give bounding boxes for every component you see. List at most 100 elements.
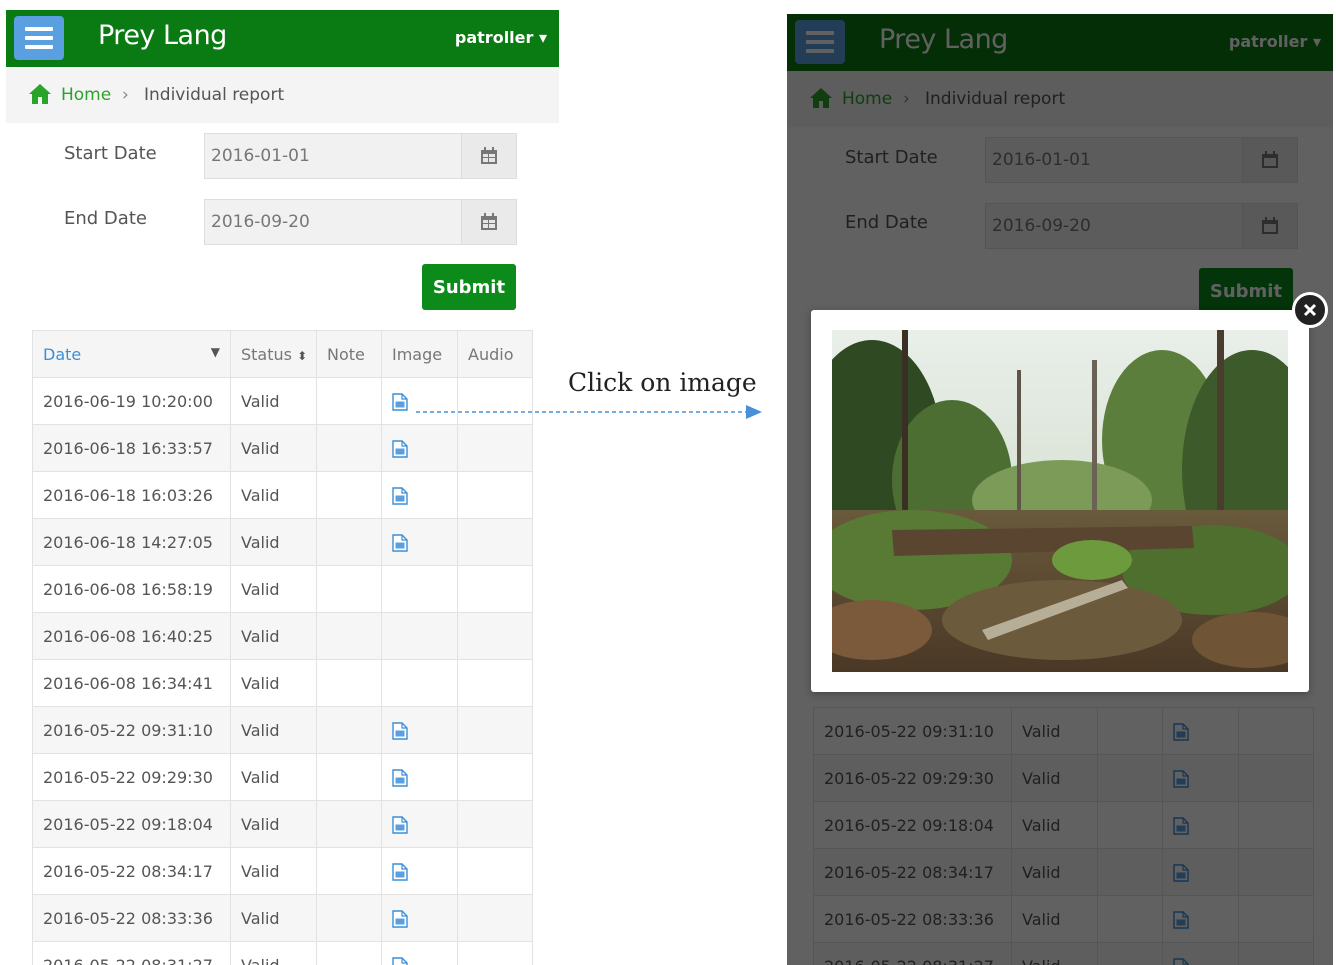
row-date: 2016-05-22 09:18:04 <box>32 800 231 848</box>
row-status: Valid <box>230 424 317 472</box>
table-row: 2016-05-22 09:18:04Valid <box>32 800 533 848</box>
phone-screen-modal: Prey Lang patroller ▾ Home › Individual … <box>787 14 1333 965</box>
navbar: Prey Lang patroller ▾ <box>6 10 559 67</box>
menu-toggle-button[interactable] <box>14 16 64 60</box>
row-image-cell[interactable] <box>381 800 458 848</box>
row-audio <box>457 612 533 660</box>
sort-desc-icon: ▼ <box>210 344 220 359</box>
row-date: 2016-05-22 09:31:10 <box>32 706 231 754</box>
row-note <box>316 753 382 801</box>
column-header-audio[interactable]: Audio <box>457 330 533 378</box>
image-file-icon <box>392 440 408 458</box>
column-header-note[interactable]: Note <box>316 330 382 378</box>
sort-icon: ⬍ <box>297 348 308 363</box>
row-image-cell[interactable] <box>381 847 458 895</box>
row-date: 2016-05-22 09:29:30 <box>32 753 231 801</box>
end-date-input[interactable] <box>205 200 461 244</box>
row-image-cell[interactable] <box>381 518 458 566</box>
start-date-input[interactable] <box>205 134 461 178</box>
row-note <box>316 800 382 848</box>
forest-photo <box>832 330 1288 672</box>
table-row: 2016-05-22 08:34:17Valid <box>32 847 533 895</box>
table-row: 2016-06-18 14:27:05 Valid <box>32 518 533 566</box>
table-header-row: Date ▼ Status ⬍ Note Image Audio <box>32 330 533 378</box>
table-row: 2016-06-08 16:34:41 Valid <box>32 659 533 707</box>
column-header-date[interactable]: Date ▼ <box>32 330 231 378</box>
image-file-icon <box>392 722 408 740</box>
breadcrumb-current: Individual report <box>144 85 285 105</box>
table-row: 2016-06-08 16:58:19 Valid <box>32 565 533 613</box>
row-status: Valid <box>230 659 317 707</box>
row-image-cell[interactable] <box>381 471 458 519</box>
row-status: Valid <box>230 518 317 566</box>
reports-table: Date ▼ Status ⬍ Note Image Audio 2016-06-… <box>32 330 533 965</box>
row-note <box>316 424 382 472</box>
image-file-icon <box>392 769 408 787</box>
row-date: 2016-06-18 16:33:57 <box>32 424 231 472</box>
table-row: 2016-05-22 09:29:30Valid <box>32 753 533 801</box>
close-modal-button[interactable] <box>1292 292 1328 328</box>
row-date: 2016-05-22 08:33:36 <box>32 894 231 942</box>
row-image-cell[interactable] <box>381 753 458 801</box>
image-file-icon <box>392 487 408 505</box>
row-status: Valid <box>230 847 317 895</box>
row-note <box>316 612 382 660</box>
row-status: Valid <box>230 565 317 613</box>
end-date-label: End Date <box>64 208 147 229</box>
row-image-cell <box>381 565 458 613</box>
row-audio <box>457 800 533 848</box>
table-row: 2016-06-08 16:40:25 Valid <box>32 612 533 660</box>
row-status: Valid <box>230 706 317 754</box>
row-date: 2016-06-18 14:27:05 <box>32 518 231 566</box>
image-modal <box>811 310 1309 692</box>
row-audio <box>457 894 533 942</box>
row-audio <box>457 424 533 472</box>
row-image-cell[interactable] <box>381 424 458 472</box>
table-row: 2016-05-22 09:31:10Valid <box>32 706 533 754</box>
hamburger-icon <box>25 27 53 31</box>
row-status: Valid <box>230 377 317 425</box>
table-row: 2016-05-22 08:31:27Valid <box>32 941 533 965</box>
breadcrumb-separator: › <box>122 85 129 105</box>
dashed-arrow <box>416 405 762 419</box>
row-note <box>316 377 382 425</box>
row-image-cell[interactable] <box>381 706 458 754</box>
brand-title[interactable]: Prey Lang <box>98 20 227 51</box>
row-image-cell[interactable] <box>381 894 458 942</box>
row-image-cell[interactable] <box>381 941 458 965</box>
row-audio <box>457 941 533 965</box>
row-note <box>316 894 382 942</box>
image-file-icon <box>392 863 408 881</box>
breadcrumb-home-link[interactable]: Home <box>61 67 111 123</box>
row-audio <box>457 518 533 566</box>
row-audio <box>457 706 533 754</box>
table-row: 2016-05-22 08:33:36Valid <box>32 894 533 942</box>
submit-button[interactable]: Submit <box>422 264 516 310</box>
row-status: Valid <box>230 941 317 965</box>
row-status: Valid <box>230 894 317 942</box>
row-date: 2016-06-08 16:34:41 <box>32 659 231 707</box>
row-status: Valid <box>230 612 317 660</box>
end-date-field <box>204 199 517 245</box>
column-header-image[interactable]: Image <box>381 330 458 378</box>
user-menu[interactable]: patroller ▾ <box>455 28 547 47</box>
row-audio <box>457 565 533 613</box>
row-note <box>316 565 382 613</box>
row-date: 2016-06-08 16:58:19 <box>32 565 231 613</box>
row-note <box>316 941 382 965</box>
row-status: Valid <box>230 800 317 848</box>
click-on-image-annotation: Click on image <box>568 368 757 397</box>
row-image-cell <box>381 659 458 707</box>
row-date: 2016-05-22 08:31:27 <box>32 941 231 965</box>
row-date: 2016-06-19 10:20:00 <box>32 377 231 425</box>
image-file-icon <box>392 534 408 552</box>
column-header-status[interactable]: Status ⬍ <box>230 330 317 378</box>
breadcrumb: Home › Individual report <box>6 67 559 123</box>
image-file-icon <box>392 393 408 411</box>
row-note <box>316 518 382 566</box>
hamburger-line <box>25 36 53 40</box>
start-date-calendar-button[interactable] <box>461 134 516 178</box>
report-photo <box>832 330 1288 672</box>
table-row: 2016-06-18 16:33:57 Valid <box>32 424 533 472</box>
end-date-calendar-button[interactable] <box>461 200 516 244</box>
